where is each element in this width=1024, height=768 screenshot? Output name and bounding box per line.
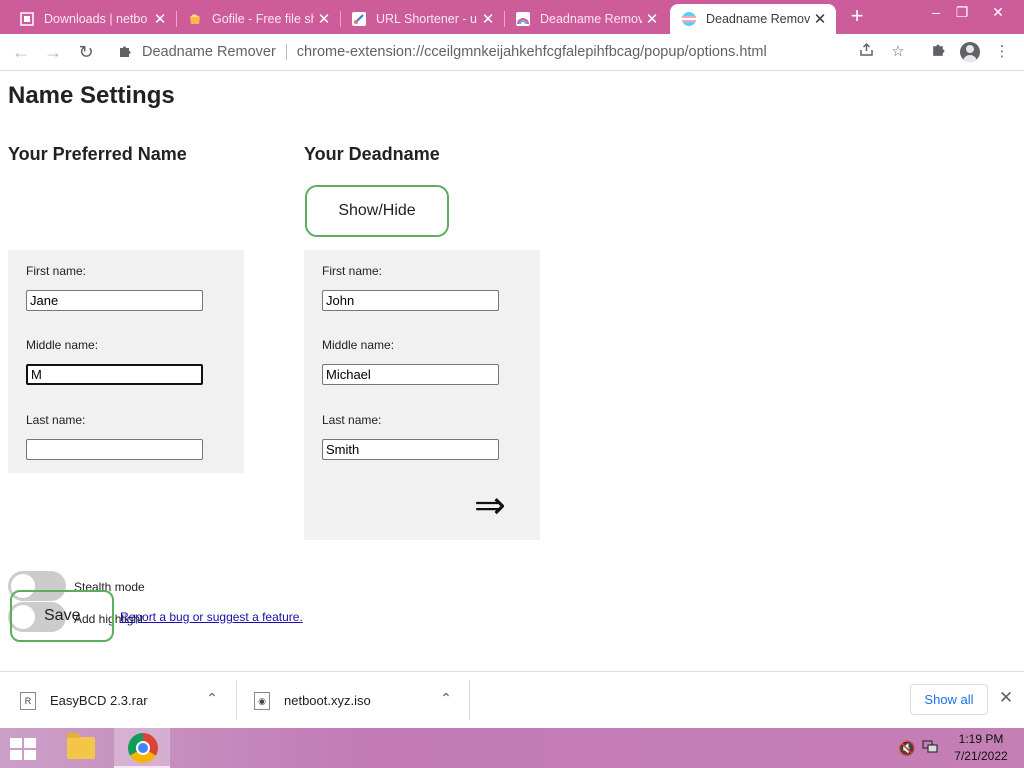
file-explorer-taskbar-button[interactable]: [52, 728, 108, 768]
show-hide-button[interactable]: Show/Hide: [305, 185, 449, 237]
deadname-last-name-input[interactable]: [322, 439, 499, 460]
gofile-favicon: [188, 12, 202, 26]
download-shelf: R EasyBCD 2.3.rar ⌃ ◉ netboot.xyz.iso ⌃: [0, 671, 1024, 729]
tab-downloads[interactable]: Downloads | netbo ✕: [8, 4, 176, 34]
close-icon[interactable]: ✕: [478, 10, 498, 28]
menu-icon[interactable]: ⋮: [992, 42, 1012, 62]
tab-title: URL Shortener - u: [376, 12, 477, 26]
preferred-name-heading: Your Preferred Name: [8, 144, 187, 164]
deadname-middle-name-label: Middle name:: [322, 338, 395, 352]
report-bug-link[interactable]: Report a bug or suggest a feature.: [120, 610, 303, 624]
tab-title: Gofile - Free file sh: [212, 12, 314, 26]
window-close-icon[interactable]: ✕: [982, 2, 1014, 22]
star-icon[interactable]: ☆: [888, 42, 908, 62]
download-filename: netboot.xyz.iso: [284, 693, 371, 708]
restore-icon[interactable]: ❐: [946, 2, 978, 22]
page-title: Name Settings: [8, 82, 175, 109]
download-filename: EasyBCD 2.3.rar: [50, 693, 148, 708]
download-divider: [236, 680, 237, 720]
iso-file-icon: ◉: [254, 691, 270, 710]
preferred-middle-name-label: Middle name:: [26, 338, 99, 352]
trans-flag-favicon: [682, 12, 696, 26]
deadname-remover-favicon: [516, 12, 530, 26]
download-item-easybcd[interactable]: R EasyBCD 2.3.rar: [20, 672, 220, 729]
deadname-middle-name-input[interactable]: [322, 364, 499, 385]
tab-title: Downloads | netbo: [44, 12, 148, 26]
chevron-up-icon[interactable]: ⌃: [202, 690, 222, 707]
tab-url-shortener[interactable]: URL Shortener - u ✕: [340, 4, 504, 34]
site-name: Deadname Remover: [142, 44, 276, 60]
browser-toolbar: ← → ↻ Deadname Remover chrome-extension:…: [0, 34, 1024, 71]
close-icon[interactable]: ✕: [314, 10, 334, 28]
tab-deadname-remover-active[interactable]: Deadname Remov ✕: [670, 4, 836, 34]
download-item-netboot[interactable]: ◉ netboot.xyz.iso: [254, 672, 434, 729]
preferred-middle-name-input[interactable]: [26, 364, 203, 385]
address-divider: [285, 44, 287, 60]
share-icon[interactable]: [856, 42, 876, 62]
windows-start-icon[interactable]: [10, 738, 38, 760]
chevron-up-icon[interactable]: ⌃: [436, 690, 456, 707]
save-button[interactable]: Save: [10, 590, 114, 642]
forward-icon[interactable]: →: [41, 40, 65, 64]
profile-avatar-icon[interactable]: [960, 42, 980, 62]
tab-strip: Downloads | netbo ✕ Gofile - Free file s…: [0, 0, 1024, 34]
volume-muted-icon[interactable]: 🔇: [898, 740, 915, 757]
preferred-last-name-input[interactable]: [26, 439, 203, 460]
preferred-first-name-input[interactable]: [26, 290, 203, 311]
windows-taskbar: [0, 728, 1024, 768]
close-icon[interactable]: ✕: [150, 10, 170, 28]
show-all-downloads-button[interactable]: Show all: [910, 684, 988, 715]
close-icon[interactable]: ✕: [642, 10, 662, 28]
url-shortener-favicon: [352, 12, 366, 26]
rar-archive-icon: R: [20, 691, 36, 710]
taskbar-clock[interactable]: 1:19 PM 7/21/2022: [944, 731, 1018, 765]
chrome-icon: [128, 733, 158, 763]
chrome-taskbar-button[interactable]: [114, 728, 170, 768]
puzzle-icon: [118, 44, 136, 61]
downloads-favicon: [20, 12, 34, 26]
close-icon[interactable]: ✕: [810, 10, 830, 28]
back-icon[interactable]: ←: [9, 40, 33, 64]
network-icon[interactable]: [922, 740, 938, 757]
deadname-first-name-input[interactable]: [322, 290, 499, 311]
tab-gofile[interactable]: Gofile - Free file sh ✕: [176, 4, 340, 34]
new-tab-button[interactable]: +: [846, 5, 868, 27]
deadname-heading: Your Deadname: [304, 144, 440, 164]
tab-title: Deadname Remov: [540, 12, 642, 26]
reload-icon[interactable]: ↻: [74, 40, 98, 64]
deadname-first-name-label: First name:: [322, 264, 383, 278]
extensions-icon[interactable]: [928, 42, 948, 62]
deadname-last-name-label: Last name:: [322, 413, 382, 427]
folder-icon: [67, 733, 95, 759]
clock-time: 1:19 PM: [958, 732, 1004, 746]
right-double-arrow-icon[interactable]: ⇒: [474, 484, 506, 528]
tab-title: Deadname Remov: [706, 12, 810, 26]
url-text[interactable]: chrome-extension://cceilgmnkeijahkehfcgf…: [297, 44, 767, 60]
close-shelf-icon[interactable]: ✕: [996, 688, 1016, 708]
preferred-last-name-label: Last name:: [26, 413, 86, 427]
tab-deadname-remover[interactable]: Deadname Remov ✕: [504, 4, 668, 34]
download-divider: [469, 680, 470, 720]
preferred-name-panel: First name: Middle name: Last name:: [8, 250, 244, 473]
preferred-first-name-label: First name:: [26, 264, 87, 278]
address-bar[interactable]: Deadname Remover chrome-extension://ccei…: [110, 38, 888, 66]
clock-date: 7/21/2022: [954, 749, 1008, 763]
